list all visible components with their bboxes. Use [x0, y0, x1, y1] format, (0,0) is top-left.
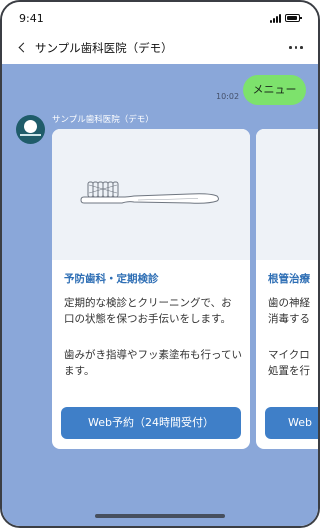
card-image	[52, 129, 250, 260]
card-description-line: マイクロ	[268, 349, 310, 361]
chat-header: サンプル歯科医院（デモ）	[2, 34, 318, 64]
card-description: 歯の神経 消毒する	[268, 295, 318, 327]
back-icon[interactable]	[18, 42, 29, 53]
card-carousel[interactable]: 予防歯科・定期検診 定期的な検診とクリーニングで、お口の状態を保つお手伝いをしま…	[2, 64, 318, 526]
card-description-line: 歯の神経	[268, 297, 310, 309]
signal-icon	[270, 14, 281, 23]
web-reservation-button[interactable]: Web予約（24時間受付）	[61, 407, 241, 439]
service-card: 予防歯科・定期検診 定期的な検診とクリーニングで、お口の状態を保つお手伝いをしま…	[52, 129, 250, 449]
toothbrush-icon	[80, 181, 219, 204]
chat-title: サンプル歯科医院（デモ）	[35, 41, 173, 55]
card-description: 定期的な検診とクリーニングで、お口の状態を保つお手伝いをします。	[64, 297, 232, 325]
card-image	[256, 129, 318, 260]
more-options-icon[interactable]	[289, 46, 303, 49]
home-indicator[interactable]	[95, 514, 225, 518]
status-time: 9:41	[19, 12, 44, 25]
card-title: 根管治療	[268, 273, 310, 285]
card-description-line: 処置を行	[268, 365, 310, 377]
service-card-next: 根管治療 歯の神経消毒する マイクロ処置を行 Web	[256, 129, 318, 449]
card-description-line: 消毒する	[268, 313, 310, 325]
card-description-extra: 歯みがき指導やフッ素塗布も行っています。	[64, 349, 242, 377]
chat-area[interactable]: 10:02 メニュー サンプル歯科医院（デモ） 予防歯科・定期検診 定期的な検診…	[2, 64, 318, 526]
battery-icon	[285, 14, 302, 22]
status-bar: 9:41	[2, 2, 318, 34]
card-description-extra: マイクロ 処置を行	[268, 347, 318, 379]
web-reservation-button[interactable]: Web	[265, 407, 318, 439]
card-title: 予防歯科・定期検診	[64, 273, 159, 285]
phone-frame: 9:41 サンプル歯科医院（デモ） 10:02 メニュー サンプル歯科医院（デモ…	[0, 0, 320, 528]
